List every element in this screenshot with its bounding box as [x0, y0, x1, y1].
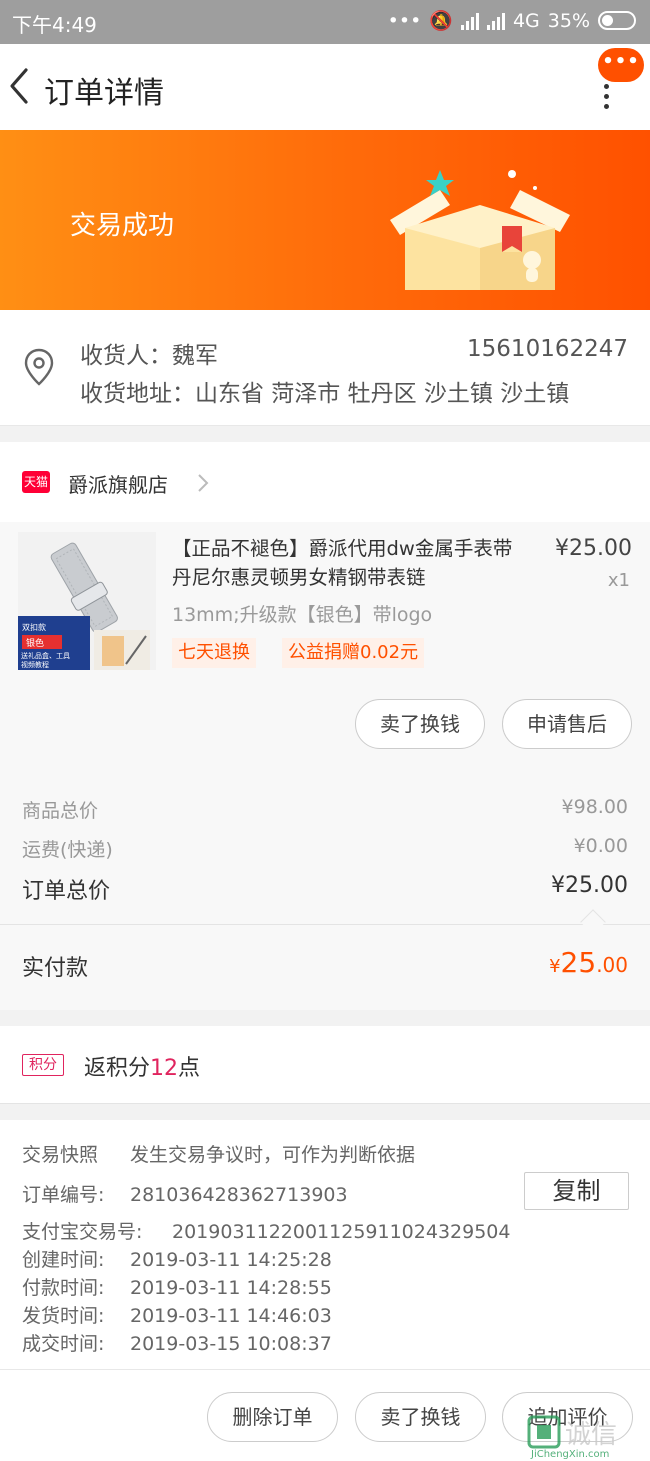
kebab-menu-icon[interactable]: [600, 84, 612, 114]
alipay-number-row: 支付宝交易号: 2019031122001125911024329504: [22, 1217, 510, 1244]
order-total-row: 订单总价 ¥25.00: [22, 873, 628, 905]
receiver-name: 收货人：魏军: [80, 343, 218, 369]
watermark-sub: JiChengXin.com: [530, 1449, 609, 1459]
product-sku: 13mm;升级款【银色】带logo: [172, 604, 433, 626]
goods-total-label: 商品总价: [22, 800, 99, 822]
shipping-fee-label: 运费(快递): [22, 839, 113, 861]
completed-time: 2019-03-15 10:08:37: [130, 1333, 332, 1355]
receiver-phone: 15610162247: [467, 336, 628, 362]
location-pin-icon: [24, 348, 54, 386]
product-title[interactable]: 【正品不褪色】爵派代用dw金属手表带丹尼尔惠灵顿男女精钢带表链: [172, 534, 527, 592]
sell-for-cash-bottom-button[interactable]: 卖了换钱: [355, 1392, 486, 1442]
page-title: 订单详情: [44, 76, 164, 111]
points-text: 返积分12点: [84, 1050, 200, 1082]
product-item[interactable]: 双扣款 银色 送礼品盒、工具 视频教程 【正品不褪色】爵派代用dw金属手表带丹尼…: [0, 522, 650, 770]
reward-points-row: 积分 返积分12点: [0, 1026, 650, 1104]
paid-decimal: .00: [596, 953, 628, 977]
thumb-text-3: 送礼品盒、工具: [21, 651, 70, 660]
apply-after-sales-button[interactable]: 申请售后: [502, 699, 632, 749]
alipay-number: 2019031122001125911024329504: [172, 1221, 511, 1243]
shipped-time-row: 发货时间: 2019-03-11 14:46:03: [22, 1301, 332, 1328]
completed-time-label: 成交时间:: [22, 1333, 105, 1355]
snapshot-label[interactable]: 交易快照: [22, 1140, 130, 1167]
copy-button[interactable]: 复制: [524, 1172, 629, 1210]
thumb-text-1: 双扣款: [22, 622, 46, 632]
actual-paid-label: 实付款: [22, 956, 89, 981]
product-thumbnail[interactable]: 双扣款 银色 送礼品盒、工具 视频教程: [18, 532, 156, 670]
shop-name[interactable]: 爵派旗舰店: [68, 469, 168, 498]
status-bar: 下午4:49 ••• 🔕 4G 35%: [0, 0, 650, 44]
tag-seven-day-return: 七天退换: [172, 638, 256, 668]
chevron-right-icon: [198, 474, 209, 492]
completed-time-row: 成交时间: 2019-03-15 10:08:37: [22, 1329, 332, 1356]
site-watermark-logo: 诚信 JiChengXin.com: [527, 1415, 617, 1459]
shipped-time-label: 发货时间:: [22, 1305, 105, 1327]
shipped-time: 2019-03-11 14:46:03: [130, 1305, 332, 1327]
divider-notch: [580, 909, 606, 935]
goods-total-row: 商品总价 ¥98.00: [22, 796, 628, 823]
more-dots-icon: •••: [387, 9, 422, 32]
product-quantity: x1: [607, 570, 630, 591]
paid-integer: 25: [560, 946, 597, 979]
nav-bar: 订单详情 •••: [0, 44, 650, 130]
open-box-illustration: [390, 170, 570, 290]
divider: [0, 924, 650, 925]
battery-text: 35%: [547, 9, 590, 32]
order-info: 交易快照 发生交易争议时，可作为判断依据 订单编号: 281036428362713…: [0, 1120, 650, 1370]
created-time: 2019-03-11 14:25:28: [130, 1249, 332, 1271]
paid-time: 2019-03-11 14:28:55: [130, 1277, 332, 1299]
order-total-value: ¥25.00: [551, 873, 628, 898]
paid-time-row: 付款时间: 2019-03-11 14:28:55: [22, 1273, 332, 1300]
thumb-text-4: 视频教程: [21, 660, 49, 669]
shipping-address-card: 收货人：魏军 15610162247 收货地址：山东省 菏泽市 牡丹区 沙土镇 …: [0, 310, 650, 426]
points-prefix: 返积分: [84, 1056, 151, 1081]
order-status-text: 交易成功: [70, 211, 175, 241]
points-amount: 12: [150, 1056, 179, 1081]
tmall-icon: 天猫: [22, 471, 50, 493]
delete-order-button[interactable]: 删除订单: [207, 1392, 338, 1442]
signal-icon: [460, 12, 479, 30]
snapshot-row[interactable]: 交易快照 发生交易争议时，可作为判断依据: [22, 1140, 415, 1167]
snapshot-desc: 发生交易争议时，可作为判断依据: [130, 1144, 416, 1166]
price-summary: 商品总价 ¥98.00 运费(快递) ¥0.00 订单总价 ¥25.00 实付款…: [0, 770, 650, 1010]
alipay-number-label: 支付宝交易号:: [22, 1221, 143, 1243]
created-time-row: 创建时间: 2019-03-11 14:25:28: [22, 1245, 332, 1272]
order-number-label: 订单编号:: [22, 1184, 105, 1206]
actual-paid-value: ¥25.00: [549, 946, 628, 979]
back-arrow-icon[interactable]: [6, 66, 36, 106]
points-suffix: 点: [178, 1056, 201, 1081]
paid-time-label: 付款时间:: [22, 1277, 105, 1299]
order-status-banner: 交易成功: [0, 130, 650, 310]
paid-currency: ¥: [549, 956, 561, 977]
order-total-label: 订单总价: [22, 879, 111, 904]
thumb-text-2: 银色: [26, 637, 44, 649]
product-price: ¥25.00: [555, 536, 632, 561]
shop-header[interactable]: 天猫 爵派旗舰店: [0, 442, 650, 522]
battery-icon: [598, 11, 636, 30]
network-type: 4G: [512, 9, 540, 32]
message-more-button[interactable]: •••: [598, 48, 644, 82]
shipping-fee-row: 运费(快递) ¥0.00: [22, 835, 628, 862]
status-icons: ••• 🔕 4G 35%: [388, 9, 636, 32]
created-time-label: 创建时间:: [22, 1249, 105, 1271]
goods-total-value: ¥98.00: [561, 796, 628, 818]
receiver-address: 收货地址：山东省 菏泽市 牡丹区 沙土镇 沙土镇: [80, 381, 570, 407]
tag-charity-donation: 公益捐赠0.02元: [282, 638, 425, 668]
watermark-text: 诚信: [565, 1420, 617, 1450]
signal-icon-2: [486, 12, 505, 30]
order-number-row: 订单编号: 281036428362713903: [22, 1180, 348, 1207]
sell-for-cash-button[interactable]: 卖了换钱: [355, 699, 485, 749]
mute-icon: 🔕: [429, 10, 453, 32]
status-time: 下午4:49: [12, 13, 97, 37]
points-badge: 积分: [22, 1054, 64, 1076]
order-number: 281036428362713903: [130, 1184, 348, 1206]
shipping-fee-value: ¥0.00: [573, 835, 628, 857]
